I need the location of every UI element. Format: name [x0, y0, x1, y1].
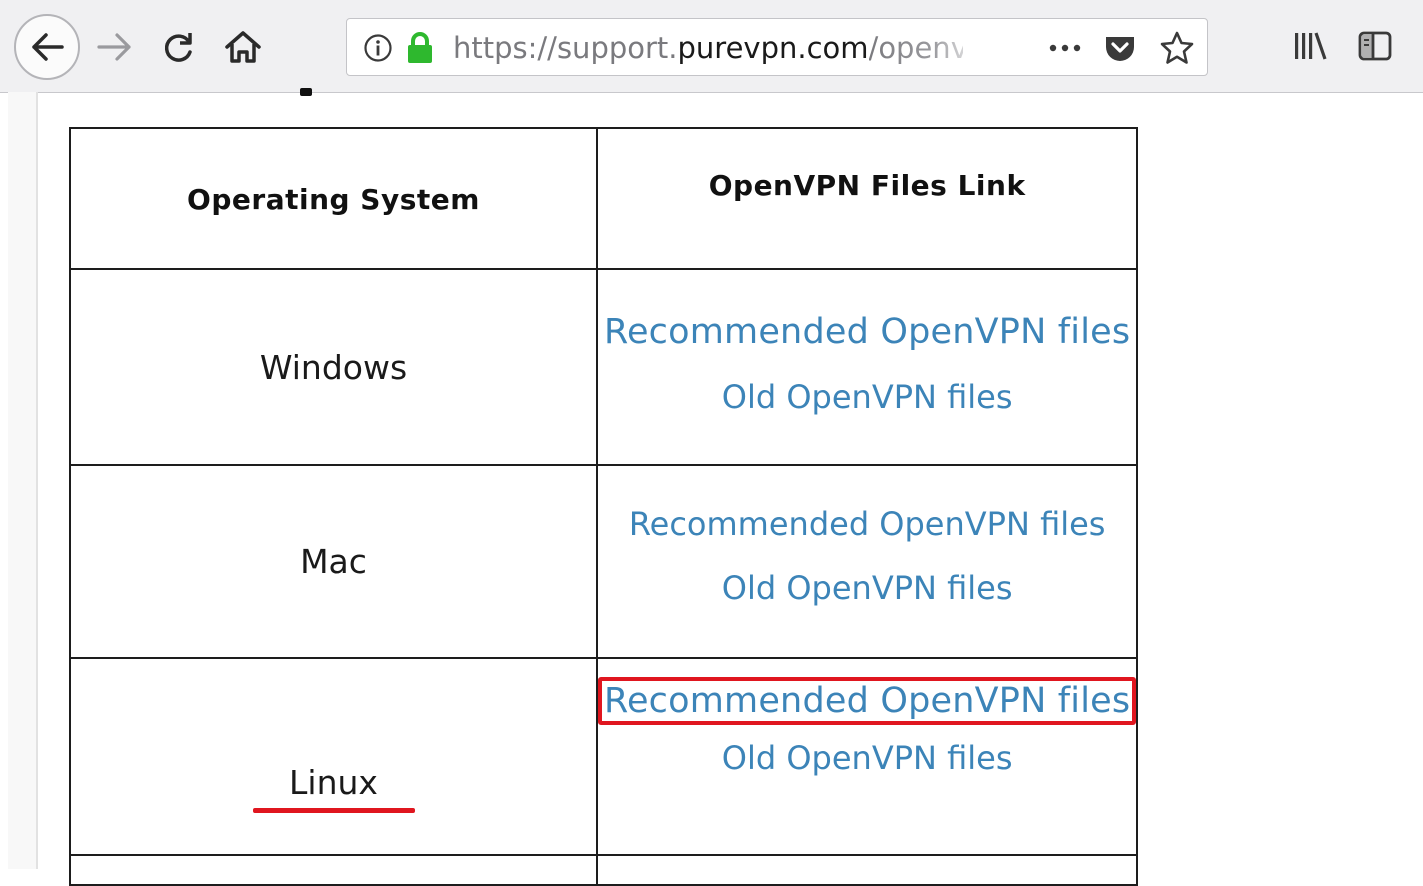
pocket-icon[interactable]: [1103, 31, 1137, 65]
os-name-windows: Windows: [259, 347, 408, 387]
highlight-box-annotation: Recommended OpenVPN files: [598, 677, 1137, 725]
header-operating-system: Operating System: [69, 127, 598, 270]
windows-recommended-link[interactable]: Recommended OpenVPN files: [598, 312, 1136, 352]
links-cell: Recommended OpenVPN files Old OpenVPN fi…: [595, 268, 1139, 466]
sidebar-icon[interactable]: [1356, 28, 1394, 64]
header-openvpn-files-link: OpenVPN Files Link: [595, 127, 1139, 270]
partial-cell: [595, 854, 1139, 886]
table-row: Windows Recommended OpenVPN files Old Op…: [69, 268, 1139, 466]
lock-icon[interactable]: [405, 31, 435, 65]
page-left-edge: [8, 92, 38, 869]
os-name-linux: Linux: [289, 762, 378, 802]
home-icon: [225, 31, 261, 63]
os-name-mac: Mac: [300, 542, 367, 581]
url-domain: purevpn.com: [677, 31, 869, 65]
os-cell: Mac: [69, 464, 598, 659]
mac-recommended-link[interactable]: Recommended OpenVPN files: [598, 505, 1136, 543]
linux-old-link[interactable]: Old OpenVPN files: [598, 739, 1136, 777]
partial-cell: [69, 854, 598, 886]
url-prefix: https://support.: [453, 31, 678, 65]
info-icon[interactable]: [363, 33, 393, 63]
heading-fragment: [300, 88, 312, 96]
linux-underline-annotation: [252, 807, 415, 813]
forward-arrow-icon: [97, 33, 131, 61]
openvpn-files-table: Operating System OpenVPN Files Link Wind…: [69, 127, 1139, 886]
table-row: Linux Recommended OpenVPN files Old Open…: [69, 657, 1139, 856]
reload-button[interactable]: [160, 24, 198, 70]
os-cell: Linux: [69, 657, 598, 856]
table-header-row: Operating System OpenVPN Files Link: [69, 127, 1139, 270]
forward-button[interactable]: [96, 24, 134, 70]
browser-toolbar: https://support.purevpn.com/openvp: [0, 0, 1423, 93]
reload-icon: [164, 33, 192, 62]
star-icon[interactable]: [1159, 30, 1195, 66]
url-text[interactable]: https://support.purevpn.com/openvp: [453, 29, 963, 67]
links-cell: Recommended OpenVPN files Old OpenVPN fi…: [595, 464, 1139, 659]
more-icon[interactable]: [1047, 35, 1083, 61]
url-bar[interactable]: https://support.purevpn.com/openvp: [346, 18, 1208, 76]
back-arrow-icon: [32, 33, 64, 61]
back-button[interactable]: [14, 14, 80, 80]
mac-old-link[interactable]: Old OpenVPN files: [598, 569, 1136, 607]
links-cell: Recommended OpenVPN files Old OpenVPN fi…: [595, 657, 1139, 856]
table-row-partial: [69, 854, 1139, 886]
table-row: Mac Recommended OpenVPN files Old OpenVP…: [69, 464, 1139, 659]
library-icon[interactable]: [1292, 28, 1330, 64]
windows-old-link[interactable]: Old OpenVPN files: [598, 378, 1136, 416]
os-cell: Windows: [69, 268, 598, 466]
home-button[interactable]: [222, 24, 264, 70]
linux-recommended-link[interactable]: Recommended OpenVPN files: [604, 681, 1130, 721]
url-suffix: /openvp: [869, 31, 963, 65]
